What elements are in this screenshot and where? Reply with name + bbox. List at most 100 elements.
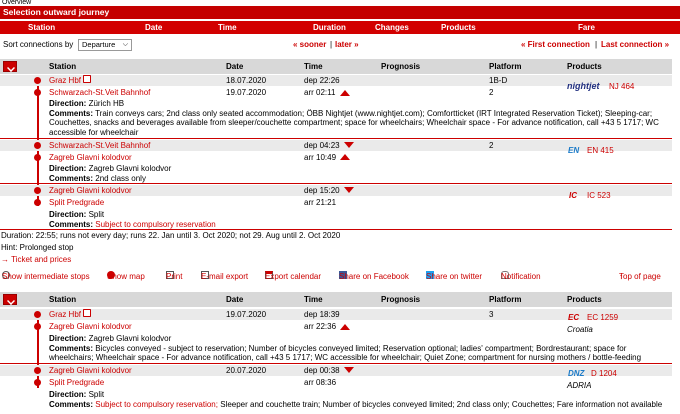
collapse-icon[interactable] — [3, 294, 17, 305]
divider — [0, 183, 672, 184]
c1-s3-arr-row: Split Predgrade arr 21:21 — [0, 197, 672, 208]
later-link[interactable]: later » — [335, 38, 359, 52]
gh-time: Time — [304, 62, 323, 71]
c1-s2-to[interactable]: Zagreb Glavni kolodvor — [49, 152, 132, 163]
stop-dot — [34, 379, 41, 386]
c2-s2-notes: Direction: Split Comments: Subject to co… — [49, 390, 663, 409]
col-changes: Changes — [375, 23, 409, 32]
c2-s1-from[interactable]: Graz Hbf — [49, 309, 92, 320]
c1-s1-to[interactable]: Schwarzach-St.Veit Bahnhof — [49, 87, 150, 98]
delay-down-icon — [344, 142, 354, 148]
c1-s1-dep: dep 22:26 — [304, 76, 340, 85]
c1-s2-notes: Direction: Zagreb Glavni kolodvor Commen… — [49, 164, 172, 183]
c1-s1-arr-row: Schwarzach-St.Veit Bahnhof 19.07.2020 ar… — [0, 87, 672, 98]
c1-s3-comments: Subject to compulsory reservation — [95, 219, 216, 229]
delay-down-icon — [344, 187, 354, 193]
first-connection-link[interactable]: « First connection — [521, 38, 590, 52]
c2-s2-dep: dep 00:38 — [304, 366, 340, 375]
gh-products: Products — [567, 62, 602, 71]
c2-s1-arr: arr 22:36 — [304, 322, 337, 331]
chevron-down-icon: ⌵ — [122, 41, 128, 48]
collapse-icon[interactable] — [3, 61, 17, 72]
delay-up-icon — [340, 324, 350, 330]
sort-divider-2: | — [595, 40, 598, 49]
c2-s2-from[interactable]: Zagreb Glavni kolodvor — [49, 365, 132, 376]
divider — [0, 138, 672, 139]
delay-down-icon — [344, 367, 354, 373]
c1-s1-notes: Direction: Zürich HB Comments: Train con… — [49, 99, 659, 137]
toolbar: Show intermediate stops Show map Print E… — [2, 271, 661, 281]
gh-date: Date — [226, 62, 244, 71]
gh-date: Date — [226, 295, 244, 304]
c1-s3-from[interactable]: Zagreb Glavni kolodvor — [49, 185, 132, 196]
c1-s2-arr: arr 10:49 — [304, 153, 337, 162]
c2-s1-dep: dep 18:39 — [304, 310, 340, 319]
sort-label: Sort connections by — [3, 40, 74, 49]
divider — [0, 363, 672, 364]
delay-up-icon — [340, 90, 350, 96]
c1-s3-to[interactable]: Split Predgrade — [49, 197, 104, 208]
c2-s2-dep-row: Zagreb Glavni kolodvor 20.07.2020 dep 00… — [0, 365, 672, 378]
c2-s2-comments-red: Subject to compulsory reservation; — [95, 399, 218, 409]
divider — [0, 229, 672, 230]
gh-prognosis: Prognosis — [381, 295, 421, 304]
c1-s1-comments: Train conveys cars; 2nd class only seate… — [49, 108, 659, 137]
c1-s2-comments: 2nd class only — [95, 173, 146, 183]
c2-s2-arr: arr 08:36 — [304, 378, 337, 387]
c1-s2-arr-row: Zagreb Glavni kolodvor arr 10:49 — [0, 152, 672, 163]
sort-select[interactable]: Departure ⌵ — [78, 39, 132, 51]
c1-s2-dep: dep 04:23 — [304, 141, 340, 150]
c1-s3-notes: Direction: Split Comments: Subject to co… — [49, 210, 216, 229]
c1-tickets-link[interactable]: → Ticket and prices — [1, 255, 71, 265]
c1-s3-dep: dep 15:20 — [304, 186, 340, 195]
c2-s1-date1: 19.07.2020 — [226, 310, 267, 319]
stop-dot — [34, 154, 41, 161]
c1-s1-arr: arr 02:11 — [304, 88, 336, 97]
stop-dot — [34, 311, 41, 318]
c2-s1-arr-row: Zagreb Glavni kolodvor arr 22:36 Croatia — [0, 321, 672, 334]
c1-s3-dep-row: Zagreb Glavni kolodvor dep 15:20 IC IC 5… — [0, 185, 672, 200]
c1-s1-dep-row: Graz Hbf 18.07.2020 dep 22:26 1B-D night… — [0, 75, 672, 91]
c2-s2-direction: Split — [88, 390, 105, 399]
bed-icon — [83, 75, 92, 83]
c2-s1-comments: Bicycles conveyed - subject to reservati… — [49, 343, 642, 363]
c1-s1-date2: 19.07.2020 — [226, 88, 267, 97]
c1-s1-direction: Zürich HB — [88, 99, 125, 108]
sort-divider: | — [330, 40, 333, 49]
c1-s1-from[interactable]: Graz Hbf — [49, 75, 92, 86]
sooner-link[interactable]: « sooner — [293, 38, 326, 52]
stop-dot — [34, 142, 41, 149]
col-products: Products — [441, 23, 476, 32]
col-time: Time — [218, 23, 237, 32]
gh-platform: Platform — [489, 62, 522, 71]
c2-s2-to[interactable]: Split Predgrade — [49, 377, 104, 388]
c1-s2-from[interactable]: Schwarzach-St.Veit Bahnhof — [49, 140, 150, 151]
c1-s2-plat1: 2 — [489, 141, 494, 150]
c1-s2-dep-row: Schwarzach-St.Veit Bahnhof dep 04:23 2 E… — [0, 140, 672, 155]
c2-s2-comments: Sleeper and couchette train; Number of b… — [217, 399, 663, 409]
c1-s1-plat2: 2 — [489, 88, 494, 97]
overview-column-header: Station Date Time Duration Changes Produ… — [0, 21, 680, 34]
c1-s3-direction: Split — [88, 210, 105, 219]
gh-station: Station — [49, 62, 77, 71]
sort-select-value: Departure — [82, 40, 116, 49]
c1-hint: Hint: Prolonged stop — [1, 243, 74, 252]
last-connection-link[interactable]: Last connection » — [601, 38, 669, 52]
gh-prognosis: Prognosis — [381, 62, 421, 71]
c1-duration: Duration: 22:55; runs not every day; run… — [1, 231, 341, 240]
stop-dot — [34, 199, 41, 206]
c1-s2-direction: Zagreb Glavni kolodvor — [88, 164, 172, 173]
c2-s2-date1: 20.07.2020 — [226, 366, 267, 375]
sort-row: Sort connections by Departure ⌵ « sooner… — [0, 38, 680, 52]
delay-up-icon — [340, 154, 350, 160]
stop-dot — [34, 367, 41, 374]
stop-dot — [34, 187, 41, 194]
connection-1-header: Station Date Time Prognosis Platform Pro… — [0, 59, 672, 74]
c2-s2-arr-row: Split Predgrade arr 08:36 ADRIA — [0, 377, 672, 390]
c2-s1-to[interactable]: Zagreb Glavni kolodvor — [49, 321, 132, 332]
c2-s1-plat1: 3 — [489, 310, 494, 319]
c1-s1-plat1: 1B-D — [489, 76, 508, 85]
c2-s1-notes: Direction: Zagreb Glavni kolodvor Commen… — [49, 334, 642, 363]
stop-dot — [34, 77, 41, 84]
col-date: Date — [145, 23, 163, 32]
